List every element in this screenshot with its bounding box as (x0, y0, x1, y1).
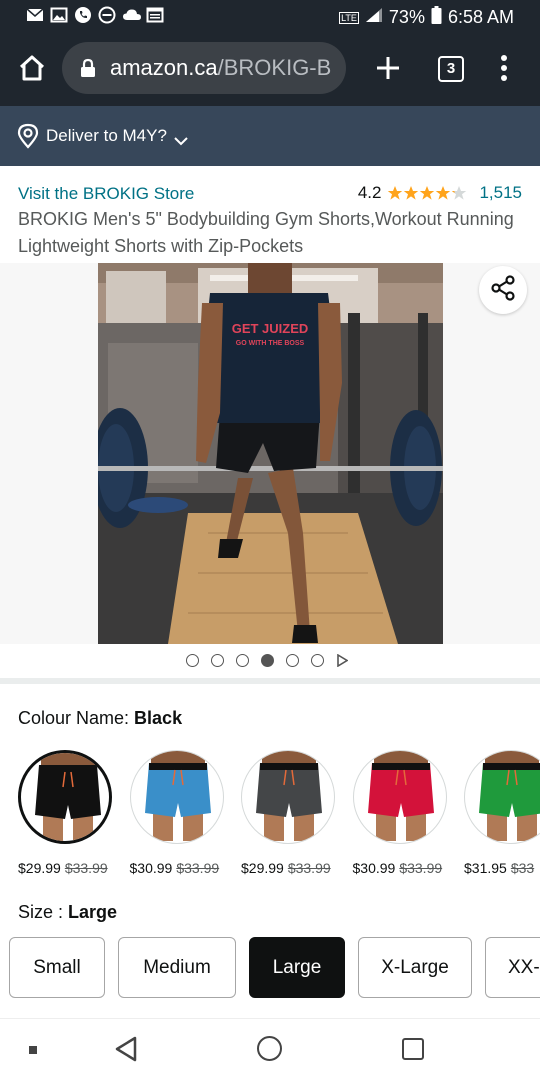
carousel-dot[interactable] (211, 654, 224, 667)
url-text: amazon.ca/BROKIG-B (110, 55, 331, 81)
size-option-button[interactable]: Medium (118, 937, 236, 998)
recent-apps-icon[interactable] (402, 1038, 424, 1060)
notification-icons (26, 6, 164, 24)
colour-label-text: Colour Name: (18, 708, 135, 728)
size-label: Size : Large (18, 902, 117, 923)
colour-prices: $29.99 $33.99 $30.99 $33.99 $29.99 $33.99 $30.… (18, 860, 540, 880)
new-tab-icon[interactable] (372, 52, 404, 84)
size-option-button[interactable]: Small (9, 937, 105, 998)
product-image[interactable]: GET JUIZED GO WITH THE BOSS (98, 263, 443, 644)
swatch-current-price: $29.99 (241, 860, 284, 876)
swatch-list-price: $33 (510, 860, 535, 876)
swatch-list-price: $33.99 (176, 860, 220, 876)
lock-icon (80, 58, 96, 78)
home-icon[interactable] (16, 52, 48, 84)
shirt-print: GET JUIZED (232, 321, 309, 336)
colour-swatch[interactable] (352, 750, 447, 844)
phone-icon (74, 6, 92, 24)
colour-swatches (18, 750, 540, 850)
carousel-dot[interactable] (186, 654, 199, 667)
carousel-dot[interactable] (236, 654, 249, 667)
menu-dot-icon[interactable] (29, 1046, 37, 1054)
overflow-menu-icon[interactable] (494, 52, 514, 84)
address-bar[interactable]: amazon.ca/BROKIG-B (62, 42, 346, 94)
home-circle-icon[interactable] (257, 1036, 282, 1061)
battery-percentage: 73% (388, 7, 425, 27)
size-selected-value: Large (68, 902, 118, 922)
colour-swatch[interactable] (129, 750, 224, 844)
cloud-icon (122, 6, 141, 24)
size-label-text: Size : (18, 902, 69, 922)
swatch-price: $31.95 $33 (464, 860, 534, 876)
share-icon (489, 274, 517, 307)
swatch-list-price: $33.99 (64, 860, 108, 876)
image-carousel-indicators (186, 653, 349, 668)
calendar-icon (146, 6, 164, 24)
product-title: BROKIG Men's 5" Bodybuilding Gym Shorts,… (18, 209, 514, 256)
size-option-button[interactable]: XX- (485, 937, 540, 998)
size-option-button[interactable]: Large (249, 937, 345, 998)
swatch-current-price: $31.95 (464, 860, 507, 876)
location-pin-icon (16, 123, 40, 149)
shirt-print-sub: GO WITH THE BOSS (236, 340, 305, 347)
back-icon[interactable] (114, 1036, 138, 1062)
status-bar: LTE 73% 6:58 AM (0, 0, 540, 32)
carousel-dot[interactable] (311, 654, 324, 667)
star-icon (436, 186, 451, 200)
do-not-disturb-icon (98, 6, 116, 24)
star-rating (387, 185, 467, 201)
swatch-price: $29.99 $33.99 (18, 860, 108, 876)
review-count[interactable]: 1,515 (479, 183, 522, 203)
signal-icon (365, 7, 383, 28)
swatch-current-price: $30.99 (352, 860, 396, 876)
video-play-icon[interactable] (336, 653, 349, 668)
swatch-current-price: $29.99 (18, 860, 61, 876)
share-button[interactable] (479, 266, 527, 314)
swatch-current-price: $30.99 (129, 860, 173, 876)
star-icon (388, 186, 403, 200)
rating-value: 4.2 (357, 183, 382, 202)
colour-name-label: Colour Name: Black (18, 708, 182, 729)
star-icon (404, 186, 419, 200)
section-divider (0, 678, 540, 684)
colour-swatch[interactable] (18, 750, 112, 844)
url-domain: amazon.ca (110, 55, 218, 80)
lte-indicator: LTE (339, 11, 359, 24)
visit-store-link[interactable]: Visit the BROKIG Store (18, 184, 194, 204)
swatch-list-price: $33.99 (287, 860, 331, 876)
chevron-down-icon (173, 131, 189, 146)
swatch-price: $30.99 $33.99 (130, 860, 220, 876)
carousel-dot[interactable] (286, 654, 299, 667)
star-icon (420, 186, 435, 200)
deliver-location-bar[interactable]: Deliver to M4Y? (0, 106, 540, 166)
clock: 6:58 AM (447, 7, 514, 27)
carousel-dot[interactable] (261, 654, 274, 667)
swatch-price: $30.99 $33.99 (353, 860, 443, 876)
system-indicators: LTE 73% 6:58 AM (339, 6, 514, 29)
mail-icon (26, 6, 44, 24)
deliver-label: Deliver to M4Y? (46, 126, 167, 145)
url-path: /BROKIG-B (217, 55, 332, 80)
battery-icon (431, 6, 442, 29)
colour-selected-value: Black (134, 708, 183, 728)
size-option-button[interactable]: X-Large (358, 937, 472, 998)
colour-swatch[interactable] (464, 750, 540, 844)
tab-switcher-button[interactable]: 3 (438, 56, 464, 82)
browser-toolbar: amazon.ca/BROKIG-B 3 (0, 32, 540, 106)
star-icon (452, 186, 467, 200)
swatch-list-price: $33.99 (399, 860, 443, 876)
android-navigation-bar (0, 1018, 540, 1080)
swatch-price: $29.99 $33.99 (241, 860, 331, 876)
colour-swatch[interactable] (241, 750, 335, 844)
image-icon (50, 6, 68, 24)
rating-summary[interactable]: 4.2 1,515 (358, 183, 522, 203)
